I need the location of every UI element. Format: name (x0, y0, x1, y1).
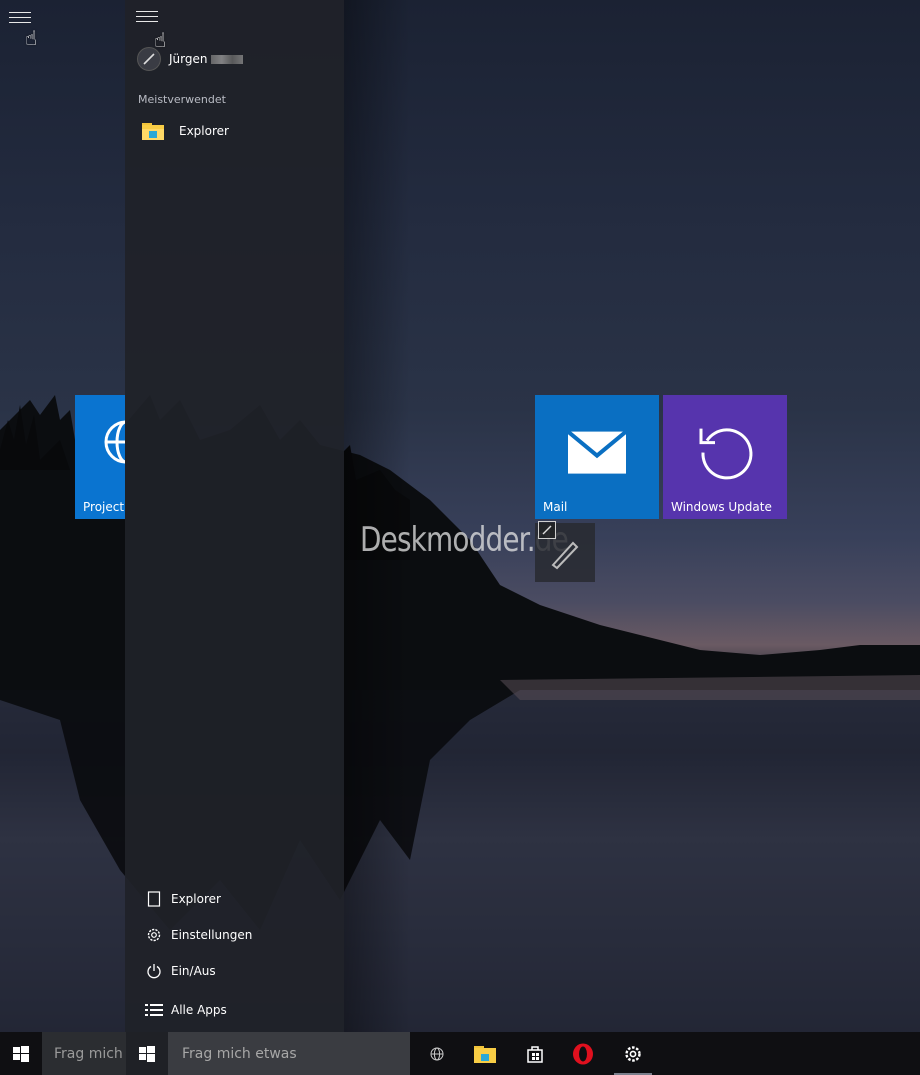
project-tile-label: Project S (83, 500, 125, 514)
gear-icon (145, 926, 163, 944)
user-name: Jürgen (169, 52, 208, 66)
taskbar-globe-button[interactable] (414, 1032, 460, 1075)
mail-tile-label: Mail (543, 500, 568, 514)
search-box-left[interactable]: Frag mich (42, 1032, 126, 1075)
resize-handle-icon[interactable] (538, 521, 556, 539)
bottom-item-power[interactable]: Ein/Aus (145, 960, 335, 982)
taskbar-file-explorer-button[interactable] (462, 1032, 508, 1075)
windows-logo-icon (139, 1045, 155, 1062)
opera-icon (573, 1043, 593, 1064)
user-account-button[interactable]: Jürgen (137, 46, 337, 72)
bottom-item-label: Explorer (171, 892, 221, 906)
hamburger-line (136, 16, 158, 17)
bottom-item-all-apps[interactable]: Alle Apps (145, 999, 335, 1021)
file-explorer-icon (474, 1045, 496, 1063)
start-menu-panel: Jürgen Meistverwendet Explorer Explorer … (125, 0, 344, 1032)
list-icon (145, 1001, 163, 1019)
hamburger-line (9, 17, 31, 18)
taskbar-opera-button[interactable] (560, 1032, 606, 1075)
most-used-header: Meistverwendet (138, 93, 226, 106)
settings-icon (625, 1045, 641, 1062)
bottom-item-settings[interactable]: Einstellungen (145, 924, 335, 946)
mail-icon (567, 430, 627, 474)
refresh-icon (699, 428, 753, 480)
redacted-surname (211, 54, 244, 64)
hand-cursor-icon: ☝ (154, 28, 167, 52)
bottom-item-label: Ein/Aus (171, 964, 216, 978)
mail-tile[interactable]: Mail (535, 395, 659, 519)
folder-icon (142, 123, 164, 140)
bottom-item-label: Einstellungen (171, 928, 253, 942)
windows-logo-icon (13, 1045, 29, 1062)
brush-icon (143, 53, 155, 65)
hamburger-line (136, 11, 158, 12)
hand-cursor-icon: ☝ (25, 26, 38, 50)
globe-icon (104, 420, 125, 464)
windows-update-tile[interactable]: Windows Update (663, 395, 787, 519)
most-used-item-label: Explorer (179, 124, 229, 138)
taskbar-store-button[interactable] (512, 1032, 558, 1075)
hamburger-line (9, 12, 31, 13)
power-icon (145, 962, 163, 980)
hamburger-line (136, 21, 158, 22)
globe-icon (430, 1047, 444, 1060)
most-used-item-explorer[interactable]: Explorer (141, 119, 331, 143)
bottom-item-label: Alle Apps (171, 1003, 227, 1017)
store-icon (527, 1045, 543, 1063)
start-hamburger-menu-button[interactable] (136, 11, 158, 25)
start-button[interactable] (0, 1032, 42, 1075)
project-tile[interactable]: Project S (75, 395, 125, 519)
windows-update-tile-label: Windows Update (671, 500, 772, 514)
start-button-active[interactable] (126, 1032, 168, 1075)
bottom-item-explorer[interactable]: Explorer (145, 888, 335, 910)
start-panel-shadow (344, 0, 410, 1032)
document-icon (145, 890, 163, 908)
left-hamburger-menu-button[interactable] (9, 12, 31, 26)
taskbar: Frag mich Frag mich etwas (0, 1032, 920, 1075)
pen-icon (542, 525, 552, 535)
hamburger-line (9, 22, 31, 23)
taskbar-settings-button[interactable] (610, 1032, 656, 1075)
search-input[interactable]: Frag mich etwas (168, 1032, 410, 1075)
